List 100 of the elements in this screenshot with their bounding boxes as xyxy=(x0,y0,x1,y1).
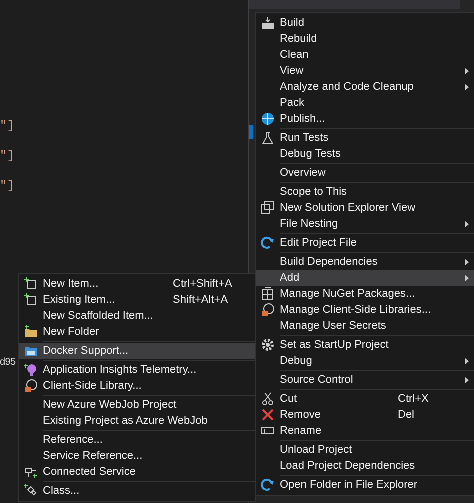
menu-item[interactable]: New Item... Ctrl+Shift+A xyxy=(19,276,255,292)
menu-item-label: Rename xyxy=(280,424,322,439)
menu-item-label: Reference... xyxy=(43,432,103,448)
settings-icon xyxy=(261,338,275,352)
menu-item[interactable]: File Nesting xyxy=(256,216,474,232)
menu-item[interactable]: Analyze and Code Cleanup xyxy=(256,79,474,95)
code-line: "] xyxy=(0,178,14,195)
menu-item-label: Existing Item... xyxy=(43,292,116,308)
menu-item[interactable]: Service Reference... xyxy=(19,448,255,464)
menu-item-label: Pack xyxy=(280,96,304,111)
menu-item[interactable]: Unload Project xyxy=(256,442,474,458)
menu-item-label: New Item... xyxy=(43,276,99,292)
menu-item-label: Connected Service xyxy=(43,464,136,480)
menu-item-label: Cut xyxy=(280,392,298,407)
menu-item[interactable]: Debug Tests xyxy=(256,146,474,162)
menu-item[interactable]: Scope to This xyxy=(256,184,474,200)
menu-item[interactable]: Reference... xyxy=(19,432,255,448)
lightbulb-icon xyxy=(24,363,38,377)
menu-item-label: Edit Project File xyxy=(280,236,358,251)
menu-item-label: Manage Client-Side Libraries... xyxy=(280,302,432,318)
menu-item-label: File Nesting xyxy=(280,216,338,232)
menu-item-label: Build xyxy=(280,16,304,31)
menu-item-label: Application Insights Telemetry... xyxy=(43,362,197,378)
menu-item-label: Service Reference... xyxy=(43,448,143,464)
menu-item[interactable]: Rebuild xyxy=(256,31,474,47)
menu-item-label: Run Tests xyxy=(280,130,329,146)
menu-item-label: Docker Support... xyxy=(43,344,129,359)
menu-item[interactable]: Client-Side Library... xyxy=(19,378,255,394)
scissors-icon xyxy=(261,392,275,406)
shortcut-label: Del xyxy=(398,408,416,423)
menu-item[interactable]: Open Folder in File Explorer xyxy=(256,477,474,493)
menu-item-label: Manage NuGet Packages... xyxy=(280,286,416,302)
menu-item-label: New Azure WebJob Project xyxy=(43,398,177,413)
menu-item[interactable]: New Solution Explorer View xyxy=(256,200,474,216)
menu-item[interactable]: New Folder xyxy=(19,324,255,340)
new-item-icon xyxy=(24,293,38,307)
menu-item[interactable]: Clean xyxy=(256,47,474,63)
menu-item[interactable]: New Scaffolded Item... xyxy=(19,308,255,324)
menu-item[interactable]: Pack xyxy=(256,95,474,111)
menu-item[interactable]: Application Insights Telemetry... xyxy=(19,362,255,378)
menu-item[interactable]: Connected Service xyxy=(19,464,255,480)
menu-item[interactable]: Publish... xyxy=(256,111,474,127)
menu-item[interactable]: Cut Ctrl+X xyxy=(256,391,474,407)
menu-item-label: Unload Project xyxy=(280,442,352,458)
shortcut-label: Shift+Alt+A xyxy=(173,292,230,308)
menu-item-label: Build Dependencies xyxy=(280,254,378,270)
menu-item[interactable]: View xyxy=(256,63,474,79)
menu-item-label: Debug xyxy=(280,354,312,369)
menu-item[interactable]: Overview xyxy=(256,165,474,181)
menu-item[interactable]: Set as StartUp Project xyxy=(256,337,474,353)
shortcut-label: Ctrl+Shift+A xyxy=(173,276,234,292)
menu-item[interactable]: Docker Support... xyxy=(19,343,255,359)
menu-item[interactable]: Load Project Dependencies xyxy=(256,458,474,474)
menu-item-label: Manage User Secrets xyxy=(280,318,386,334)
menu-item[interactable]: Rename xyxy=(256,423,474,439)
globe-icon xyxy=(261,112,275,126)
menu-item[interactable]: Manage NuGet Packages... xyxy=(256,286,474,302)
menu-item[interactable]: New Azure WebJob Project xyxy=(19,397,255,413)
new-item-icon xyxy=(24,277,38,291)
menu-item[interactable]: Debug xyxy=(256,353,474,369)
class-icon xyxy=(24,484,38,498)
menu-item[interactable]: Existing Item... Shift+Alt+A xyxy=(19,292,255,308)
menu-item-label: Publish... xyxy=(280,112,326,127)
menu-item-label: Set as StartUp Project xyxy=(280,338,389,353)
menu-item-label: Overview xyxy=(280,166,326,181)
menu-item-label: Class... xyxy=(43,484,80,499)
refresh-arrow-icon xyxy=(261,478,275,492)
menu-item[interactable]: Edit Project File xyxy=(256,235,474,251)
menu-item[interactable]: Source Control xyxy=(256,372,474,388)
windows-icon xyxy=(261,201,275,215)
menu-item-label: Client-Side Library... xyxy=(43,378,142,394)
menu-item[interactable]: Remove Del xyxy=(256,407,474,423)
close-icon xyxy=(261,408,275,422)
selection-indicator xyxy=(249,125,253,139)
menu-item[interactable]: Existing Project as Azure WebJob xyxy=(19,413,255,429)
folder-icon xyxy=(24,344,38,358)
code-line: "] xyxy=(0,118,14,135)
menu-item[interactable]: Class... xyxy=(19,483,255,499)
folder-icon xyxy=(24,325,38,339)
menu-item[interactable]: Build xyxy=(256,15,474,31)
menu-item-label: New Scaffolded Item... xyxy=(43,308,154,324)
menu-item[interactable]: Add xyxy=(256,270,474,286)
menu-item-label: New Folder xyxy=(43,324,100,340)
refresh-arrow-icon xyxy=(261,236,275,250)
menu-item-label: Clean xyxy=(280,48,309,63)
menu-item-label: Analyze and Code Cleanup xyxy=(280,80,414,95)
menu-item-label: Scope to This xyxy=(280,184,348,200)
code-line: d95 xyxy=(0,356,16,370)
search-field[interactable] xyxy=(249,0,460,9)
menu-item-label: Existing Project as Azure WebJob xyxy=(43,414,208,429)
menu-item-label: Add xyxy=(280,270,300,286)
menu-item[interactable]: Manage User Secrets xyxy=(256,318,474,334)
menu-item[interactable]: Build Dependencies xyxy=(256,254,474,270)
menu-item-label: Open Folder in File Explorer xyxy=(280,478,418,493)
menu-item-label: New Solution Explorer View xyxy=(280,200,416,216)
menu-item[interactable]: Run Tests xyxy=(256,130,474,146)
menu-item[interactable]: Manage Client-Side Libraries... xyxy=(256,302,474,318)
package-icon xyxy=(261,287,275,301)
shortcut-label: Ctrl+X xyxy=(398,392,430,407)
flask-icon xyxy=(261,131,275,145)
